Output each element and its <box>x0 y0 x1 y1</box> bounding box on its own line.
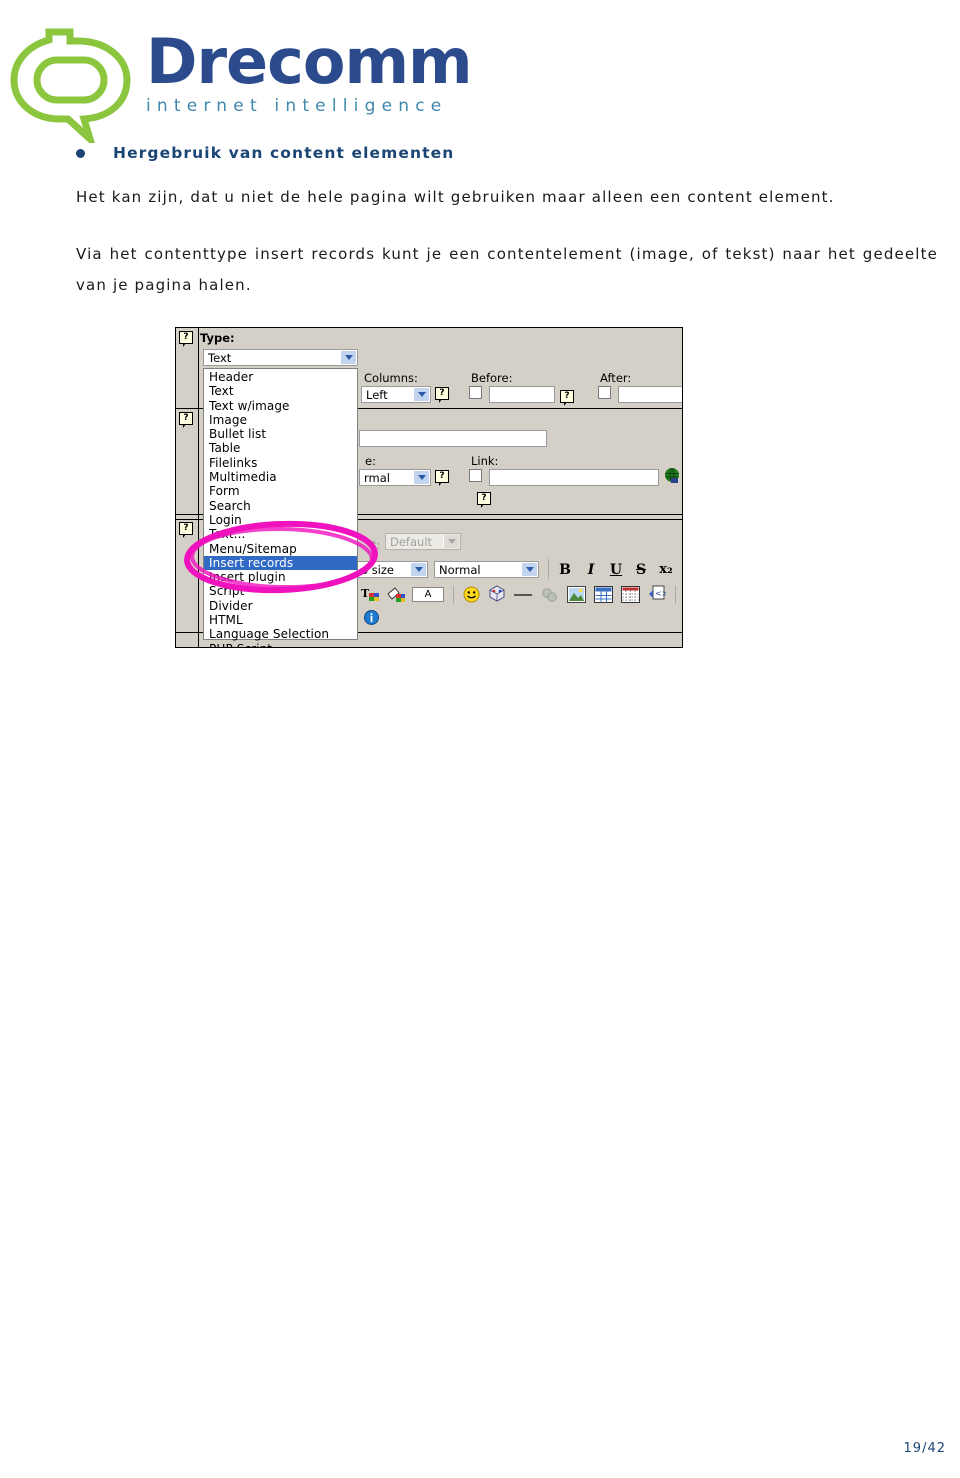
horizontal-rule-icon[interactable] <box>514 594 532 596</box>
columns-select-value: Left <box>366 387 388 402</box>
dropdown-option[interactable]: Script <box>204 584 357 598</box>
format-select[interactable]: Normal <box>434 561 539 578</box>
toolbar-separator <box>453 586 454 604</box>
dropdown-option[interactable]: Text <box>204 384 357 398</box>
page-title: Hergebruik van content elementen <box>113 144 455 162</box>
header-type-select[interactable]: rmal <box>359 469 431 486</box>
drecomm-q-speech-bubble-logo-icon <box>10 28 131 143</box>
before-label: Before: <box>471 371 513 385</box>
after-checkbox[interactable] <box>598 386 611 399</box>
special-character-icon[interactable] <box>488 585 506 603</box>
dropdown-option[interactable]: Search <box>204 499 357 513</box>
text-color-icon[interactable]: T <box>360 586 380 604</box>
type-select-value: Text <box>208 350 232 365</box>
help-question-icon[interactable]: ? <box>179 522 193 538</box>
style-label: t: <box>372 538 381 552</box>
insert-table-icon[interactable] <box>594 586 613 603</box>
after-input[interactable] <box>618 386 682 403</box>
page-number: 19/42 <box>903 1441 946 1456</box>
chevron-down-icon <box>413 471 429 484</box>
type2-label: e: <box>365 454 376 468</box>
chevron-down-icon <box>443 535 459 548</box>
help-question-icon[interactable]: ? <box>435 387 449 403</box>
subscript-button[interactable]: x₂ <box>658 562 674 578</box>
columns-label: Columns: <box>364 371 418 385</box>
link-input[interactable] <box>489 469 659 486</box>
font-size-select[interactable]: o size <box>356 561 428 578</box>
header-input[interactable] <box>359 430 547 447</box>
strikethrough-button[interactable]: S <box>633 562 649 578</box>
format-value: Normal <box>439 562 481 577</box>
before-checkbox[interactable] <box>469 386 482 399</box>
svg-text:<>: <> <box>655 589 666 598</box>
italic-button[interactable]: I <box>583 562 599 578</box>
before-input[interactable] <box>489 386 555 403</box>
bullet-icon <box>76 148 85 158</box>
dropdown-option[interactable]: Insert plugin <box>204 570 357 584</box>
chevron-down-icon <box>521 563 537 576</box>
chevron-down-icon <box>410 563 426 576</box>
dropdown-option[interactable]: Insert records <box>204 555 357 571</box>
chevron-down-icon <box>340 351 356 364</box>
source-code-icon[interactable]: <> <box>648 585 666 603</box>
dropdown-option[interactable]: Table <box>204 441 357 455</box>
header-type-value: rmal <box>364 470 390 485</box>
style-select-value: Default <box>390 534 433 549</box>
help-question-icon[interactable]: ? <box>179 412 193 428</box>
embedded-screenshot: ? Type: Text Columns: Left ? Before: ? A… <box>175 327 683 648</box>
brand-name: Drecomm <box>146 25 473 98</box>
toolbar-separator <box>675 586 676 604</box>
dropdown-option[interactable]: Menu/Sitemap <box>204 542 357 556</box>
help-question-icon[interactable]: ? <box>435 470 449 486</box>
dropdown-option[interactable]: Text w/image <box>204 399 357 413</box>
underline-button[interactable]: U <box>608 562 624 578</box>
document-content: Hergebruik van content elementen Het kan… <box>0 140 960 301</box>
help-question-icon[interactable]: ? <box>477 492 491 508</box>
globe-browse-icon[interactable] <box>663 467 681 485</box>
brand-wordmark: Drecomm internet intelligence <box>146 25 476 117</box>
dropdown-option[interactable]: HTML <box>204 613 357 627</box>
remove-format-icon[interactable]: A <box>412 587 444 602</box>
svg-text:T: T <box>361 587 370 600</box>
type-label: Type: <box>200 331 235 345</box>
bold-button[interactable]: B <box>557 562 573 578</box>
paragraph-2: Via het contenttype insert records kunt … <box>76 245 938 294</box>
link-icon[interactable] <box>541 586 559 604</box>
help-question-icon[interactable]: ? <box>560 390 574 406</box>
table-grid-icon[interactable] <box>621 586 640 603</box>
type-dropdown-list[interactable]: Header Text Text w/image Image Bullet list Ta… <box>203 368 358 647</box>
brand-tagline: internet intelligence <box>146 96 448 116</box>
panel-divider-vertical <box>198 328 199 647</box>
style-select[interactable]: Default <box>385 533 461 550</box>
help-question-icon[interactable]: ? <box>179 331 193 347</box>
dropdown-option[interactable]: Multimedia <box>204 470 357 484</box>
chevron-down-icon <box>413 388 429 401</box>
smiley-icon[interactable] <box>463 586 480 603</box>
after-label: After: <box>600 371 632 385</box>
dropdown-option[interactable]: PHP Script <box>204 642 357 647</box>
font-size-value: o size <box>361 562 394 577</box>
info-icon[interactable] <box>364 610 379 625</box>
brand-logo: Drecomm internet intelligence <box>8 10 478 143</box>
insert-image-icon[interactable] <box>567 586 586 603</box>
section-heading: Hergebruik van content elementen <box>0 140 960 166</box>
dropdown-option[interactable]: Login <box>204 513 357 527</box>
link-label: Link: <box>471 454 499 468</box>
dropdown-option[interactable]: Bullet list <box>204 427 357 441</box>
dropdown-option[interactable]: Text... <box>204 527 357 541</box>
dropdown-option[interactable]: Image <box>204 413 357 427</box>
dropdown-option[interactable]: Header <box>204 370 357 384</box>
highlight-color-icon[interactable] <box>386 586 406 604</box>
link-checkbox[interactable] <box>469 469 482 482</box>
dropdown-option[interactable]: Language Selection <box>204 627 357 641</box>
type-select[interactable]: Text <box>203 349 358 366</box>
toolbar-separator <box>548 559 549 579</box>
dropdown-option[interactable]: Filelinks <box>204 456 357 470</box>
paragraph-1: Het kan zijn, dat u niet de hele pagina … <box>76 188 835 206</box>
dropdown-option[interactable]: Form <box>204 484 357 498</box>
columns-select[interactable]: Left <box>361 386 431 403</box>
dropdown-option[interactable]: Divider <box>204 599 357 613</box>
